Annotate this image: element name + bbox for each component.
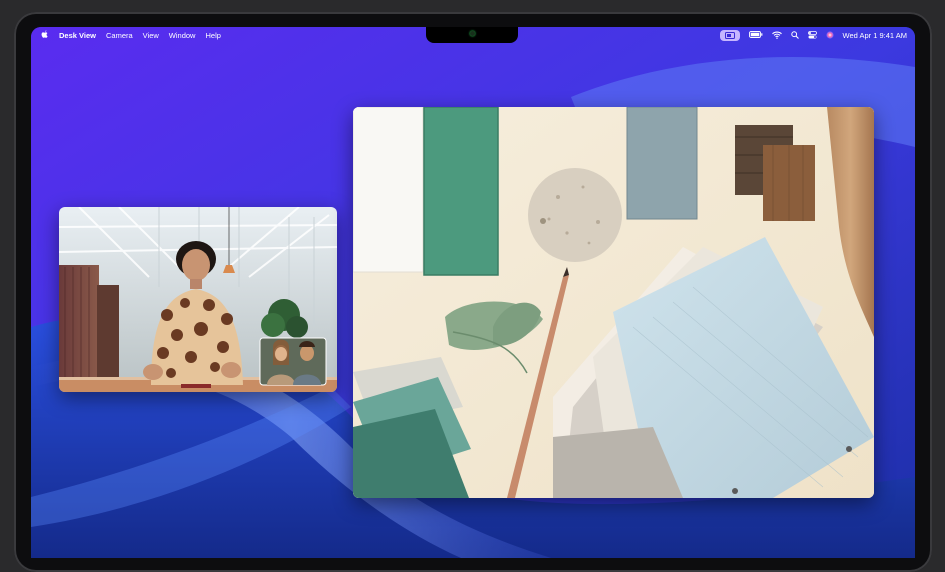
battery-icon[interactable] — [748, 31, 763, 40]
search-icon[interactable] — [790, 30, 799, 41]
desk-view-window[interactable] — [353, 107, 874, 498]
wifi-icon[interactable] — [771, 31, 782, 41]
facetime-video-window[interactable] — [59, 207, 337, 392]
apple-menu-icon[interactable] — [41, 30, 49, 41]
screen-mirroring-icon[interactable] — [719, 30, 740, 41]
desktop-screen: Desk View Camera View Window Help Wed Ap… — [31, 27, 915, 558]
siri-icon[interactable] — [825, 30, 834, 41]
menu-help[interactable]: Help — [205, 31, 220, 40]
menu-view[interactable]: View — [143, 31, 159, 40]
menu-app-name[interactable]: Desk View — [59, 31, 96, 40]
control-center-icon[interactable] — [807, 30, 817, 41]
menu-window[interactable]: Window — [169, 31, 196, 40]
self-view-thumbnail[interactable] — [259, 337, 327, 386]
menu-clock[interactable]: Wed Apr 1 9:41 AM — [843, 31, 907, 40]
menu-bar: Desk View Camera View Window Help Wed Ap… — [31, 27, 915, 44]
menu-camera[interactable]: Camera — [106, 31, 133, 40]
